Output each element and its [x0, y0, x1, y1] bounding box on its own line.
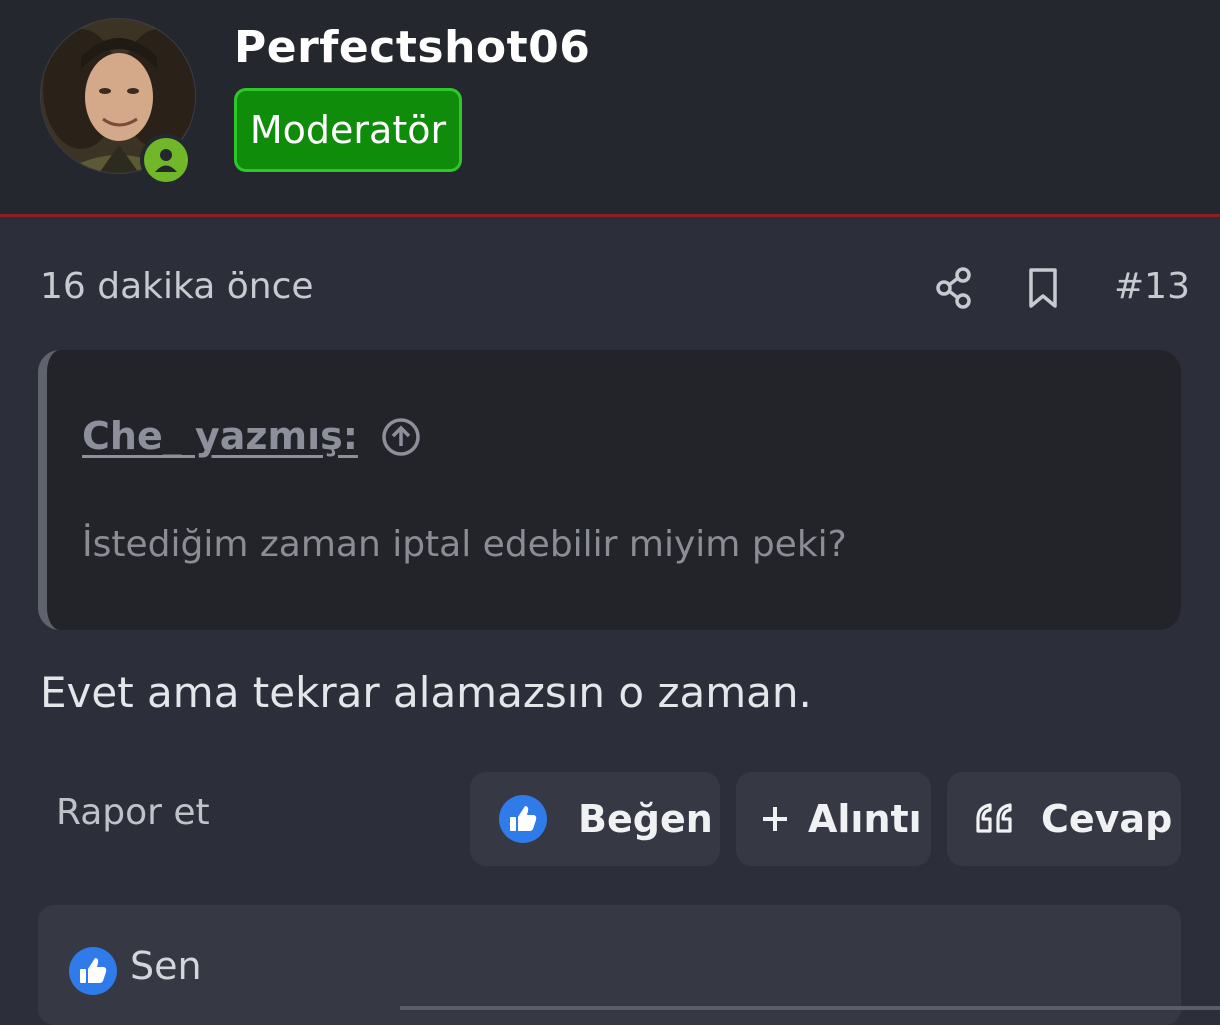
post-header: Perfectshot06 Moderatör	[0, 0, 1220, 217]
quote-author-link[interactable]: Che_ yazmış:	[82, 414, 358, 458]
post-number-link[interactable]: #13	[1114, 266, 1190, 307]
report-link[interactable]: Rapor et	[56, 792, 210, 833]
like-reaction-icon	[69, 947, 117, 995]
quote-label: Alıntı	[808, 797, 922, 841]
post-message: Evet ama tekrar alamazsın o zaman.	[40, 668, 812, 717]
plus-icon	[763, 807, 787, 831]
thumbs-up-icon	[499, 795, 547, 843]
bookmark-icon[interactable]	[1026, 266, 1060, 310]
jump-to-quote-icon[interactable]	[380, 416, 422, 458]
user-avatar[interactable]	[40, 18, 196, 186]
username[interactable]: Perfectshot06	[234, 22, 590, 73]
scroll-indicator	[400, 1006, 1220, 1010]
quote-button[interactable]: Alıntı	[736, 772, 931, 866]
like-label: Beğen	[578, 797, 713, 841]
user-online-icon	[155, 149, 177, 172]
quote-text: İstediğim zaman iptal edebilir miyim pek…	[82, 524, 847, 565]
post-time[interactable]: 16 dakika önce	[40, 266, 314, 307]
quote-mark-icon	[976, 803, 1012, 833]
reply-label: Cevap	[1041, 797, 1173, 841]
reaction-users[interactable]: Sen	[130, 944, 202, 988]
quote-block	[38, 350, 1181, 630]
online-status	[140, 134, 192, 186]
like-button[interactable]: Beğen	[470, 772, 720, 866]
share-icon[interactable]	[934, 266, 974, 310]
role-badge: Moderatör	[234, 88, 462, 172]
reply-button[interactable]: Cevap	[947, 772, 1181, 866]
